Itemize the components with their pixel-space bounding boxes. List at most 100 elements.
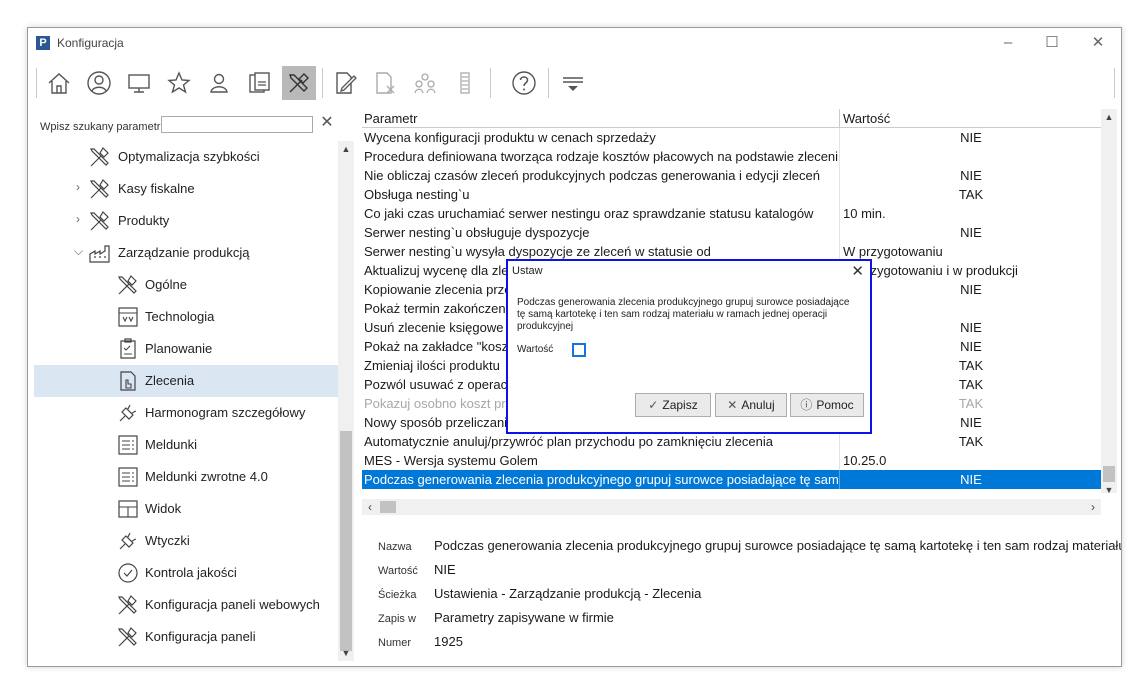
table-row[interactable]: Automatycznie anuluj/przywróć plan przyc… [362,432,1101,451]
table-row[interactable]: Serwer nesting`u obsługuje dyspozycje NIE [362,223,1101,242]
table-row[interactable]: Nie obliczaj czasów zleceń produkcyjnych… [362,166,1101,185]
tree-item-wtyczki[interactable]: Wtyczki [34,525,338,557]
tree-item-konfiguracja-paneli-webowych[interactable]: Konfiguracja paneli webowych [34,589,338,621]
delete-doc-icon[interactable] [368,66,402,100]
tree-item-label: Kontrola jakości [145,565,237,580]
table-row[interactable]: Obsługa nesting`u TAK [362,185,1101,204]
tools-icon [116,273,140,297]
tree-item-ogolne[interactable]: Ogólne [34,269,338,301]
search-input[interactable] [161,116,313,133]
tree-item-kasy-fiskalne[interactable]: › Kasy fiskalne [34,173,338,205]
tree-item-technologia[interactable]: Technologia [34,301,338,333]
cross-icon: ✕ [727,398,738,412]
tree-scrollbar[interactable]: ▲ ▼ [338,141,354,661]
home-icon[interactable] [42,66,76,100]
minimize-button[interactable]: – [993,32,1023,54]
tree-scroll-thumb[interactable] [340,431,352,651]
param-cell: Serwer nesting`u wysyła dyspozycje ze zl… [364,244,711,259]
table-row[interactable]: Wycena konfiguracji produktu w cenach sp… [362,128,1101,147]
tree-item-optymalizacja[interactable]: Optymalizacja szybkości [34,141,338,173]
detail-row-saved-in: Zapis w Parametry zapisywane w firmie [362,608,1117,630]
tree-item-meldunki[interactable]: Meldunki [34,429,338,461]
chevron-right-icon[interactable]: › [76,180,80,194]
value-cell: TAK [958,377,984,392]
save-label: Zapisz [662,398,698,412]
users-group-icon[interactable] [408,66,442,100]
edit-doc-icon[interactable] [328,66,362,100]
grid-vertical-scrollbar[interactable]: ▲ ▼ [1101,109,1117,495]
table-row[interactable]: Co jaki czas uruchamiać serwer nestingu … [362,204,1101,223]
value-cell: NIE [960,472,982,487]
clear-search-icon[interactable]: ✕ [318,113,336,133]
value-cell: W przygotowaniu [843,244,943,259]
param-cell: Automatycznie anuluj/przywróć plan przyc… [364,434,773,449]
dialog-close-icon[interactable]: ✕ [851,262,864,280]
tree-item-produkty[interactable]: › Produkty [34,205,338,237]
close-button[interactable]: ✕ [1083,32,1113,54]
check-circle-icon [116,561,140,585]
param-cell: Podczas generowania zlecenia produkcyjne… [364,472,838,487]
tree-item-planowanie[interactable]: Planowanie [34,333,338,365]
param-cell: Serwer nesting`u obsługuje dyspozycje [364,225,590,240]
tree-item-kontrola-jakosci[interactable]: Kontrola jakości [34,557,338,589]
menu-icon[interactable] [556,66,590,100]
tree-item-zarzadzanie-produkcja[interactable]: ⌵ Zarządzanie produkcją [34,237,338,269]
scroll-down-icon[interactable]: ▼ [338,645,354,661]
tree-item-widok[interactable]: Widok [34,493,338,525]
maximize-button[interactable]: ☐ [1037,32,1067,54]
scroll-right-icon[interactable]: › [1085,499,1101,515]
grid-horizontal-scrollbar[interactable]: ‹ › [362,499,1101,515]
tree-item-zlecenia[interactable]: Zlecenia [34,365,338,397]
scroll-down-icon[interactable]: ▼ [1101,482,1117,498]
monitor-icon[interactable] [122,66,156,100]
user-circle-icon[interactable] [82,66,116,100]
tools-icon [116,625,140,649]
chevron-right-icon[interactable]: › [76,212,80,226]
help-button[interactable]: ⓘ Pomoc [790,393,864,417]
value-cell: TAK [958,187,984,202]
app-logo: P [36,36,50,50]
tree-item-label: Konfiguracja paneli [145,629,256,644]
tree-item-harmonogram[interactable]: Harmonogram szczegółowy [34,397,338,429]
help-icon[interactable] [507,66,541,100]
plugin-icon [116,401,140,425]
tree-item-meldunki-zwrotne[interactable]: Meldunki zwrotne 4.0 [34,461,338,493]
param-cell: Co jaki czas uruchamiać serwer nestingu … [364,206,814,221]
list-icon[interactable] [448,66,482,100]
cards-icon[interactable] [242,66,276,100]
check-icon: ✓ [648,398,659,412]
tree-item-label: Zarządzanie produkcją [118,245,250,260]
tools-icon[interactable] [282,66,316,100]
grid-hscroll-thumb[interactable] [380,501,396,513]
star-icon[interactable] [162,66,196,100]
grid-scroll-thumb[interactable] [1103,466,1115,482]
help-circle-icon: ⓘ [800,398,813,412]
chevron-down-icon[interactable]: ⌵ [74,244,83,259]
column-header-param[interactable]: Parametr [364,111,417,126]
detail-row-name: Nazwa Podczas generowania zlecenia produk… [362,536,1121,558]
plugin-icon [116,529,140,553]
scroll-up-icon[interactable]: ▲ [338,141,354,157]
detail-label: Zapis w [378,613,416,625]
report-icon [116,433,140,457]
scroll-up-icon[interactable]: ▲ [1101,109,1117,125]
column-header-value[interactable]: Wartość [843,111,890,126]
param-cell: Nie obliczaj czasów zleceń produkcyjnych… [364,168,820,183]
cancel-button[interactable]: ✕ Anuluj [715,393,787,417]
param-cell: Obsługa nesting`u [364,187,470,202]
details-panel: Nazwa Podczas generowania zlecenia produk… [362,536,1121,656]
tools-icon [88,177,112,201]
table-row[interactable]: MES - Wersja systemu Golem 10.25.0 [362,451,1101,470]
column-divider[interactable] [839,109,840,127]
tree-item-konfiguracja-paneli[interactable]: Konfiguracja paneli [34,621,338,653]
value-checkbox[interactable] [572,343,586,357]
table-row[interactable]: Procedura definiowana tworząca rodzaje k… [362,147,1101,166]
param-cell: MES - Wersja systemu Golem [364,453,538,468]
person-icon[interactable] [202,66,236,100]
search-label: Wpisz szukany parametr [40,121,161,133]
param-cell: Wycena konfiguracji produktu w cenach sp… [364,130,656,145]
save-button[interactable]: ✓ Zapisz [635,393,711,417]
tree-item-label: Wtyczki [145,533,190,548]
table-row-selected[interactable]: Podczas generowania zlecenia produkcyjne… [362,470,1101,489]
scroll-left-icon[interactable]: ‹ [362,499,378,515]
